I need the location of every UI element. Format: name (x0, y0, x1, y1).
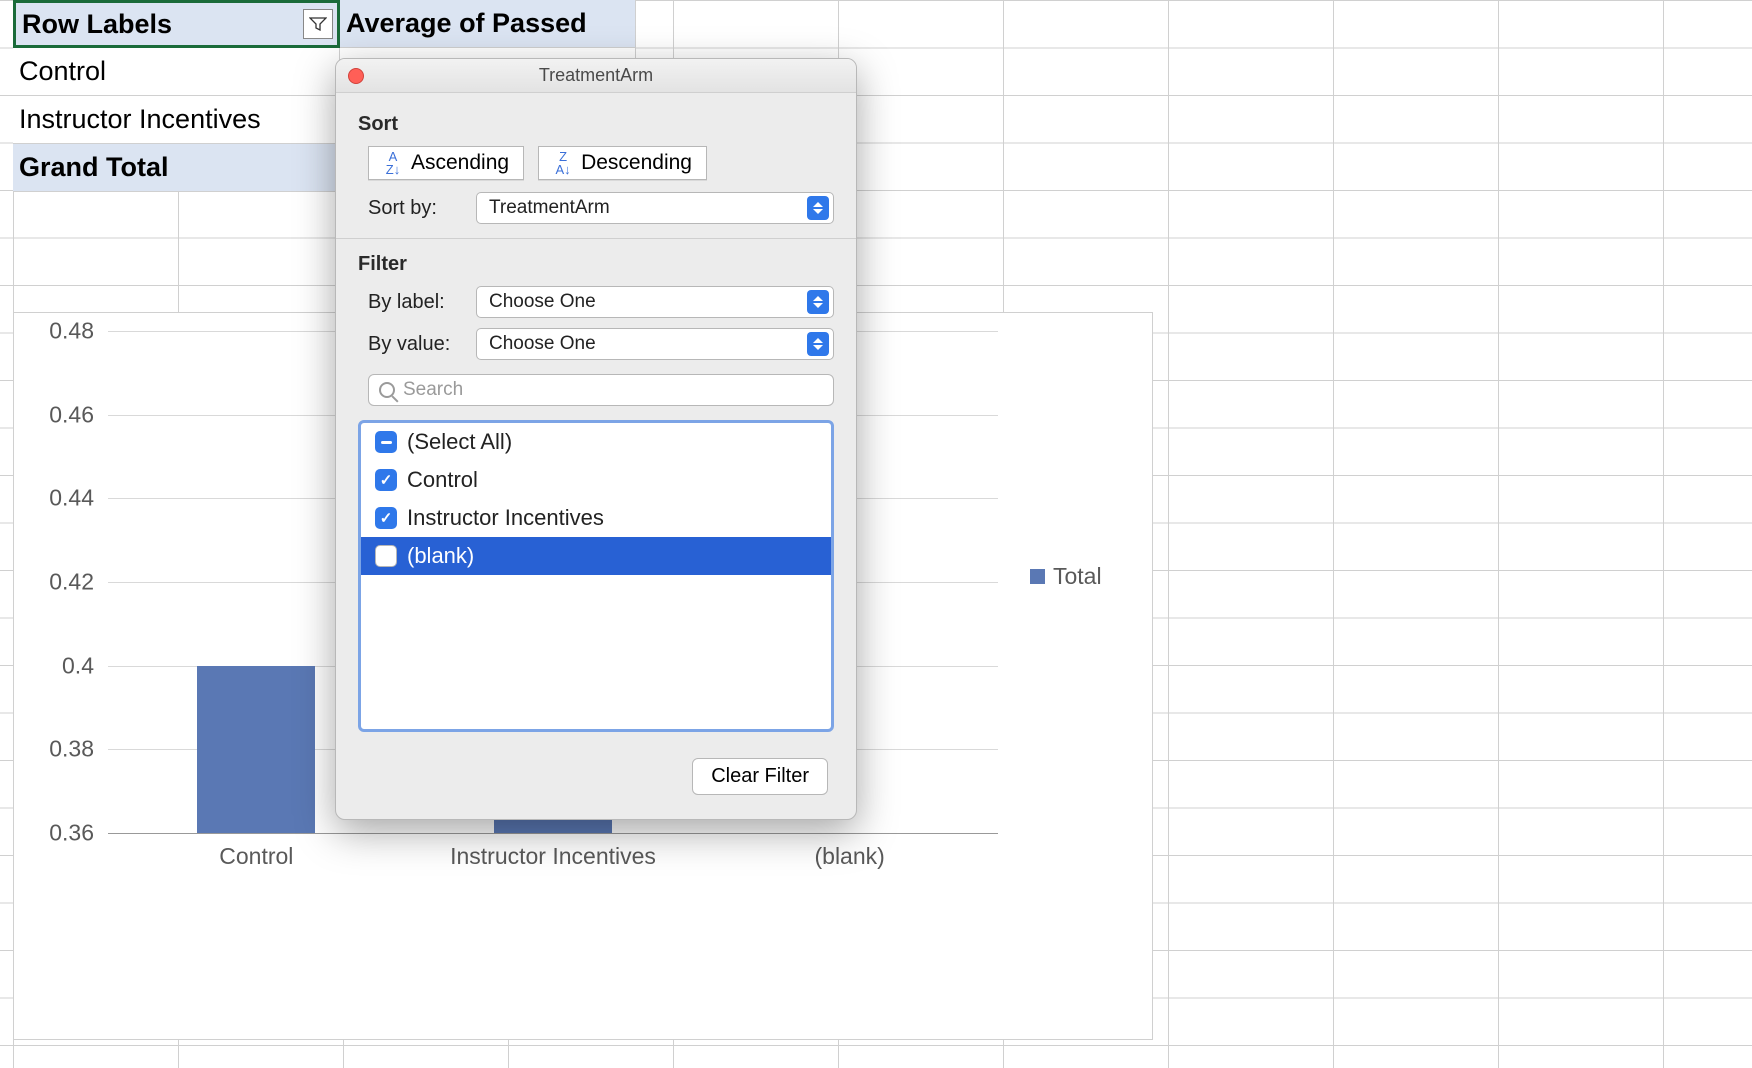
search-icon (379, 382, 395, 398)
filter-item-label: Instructor Incentives (407, 505, 604, 531)
checkbox[interactable] (375, 545, 397, 567)
checkbox[interactable] (375, 469, 397, 491)
y-tick-label: 0.46 (49, 401, 94, 428)
y-tick-label: 0.4 (62, 652, 94, 679)
table-row[interactable]: Control (13, 48, 340, 96)
x-axis: Control Instructor Incentives (blank) (108, 843, 998, 883)
legend: Total (1030, 563, 1102, 590)
sort-ascending-button[interactable]: AZ↓ Ascending (368, 146, 524, 180)
by-label-select[interactable]: Choose One (476, 286, 834, 318)
grid-line (108, 833, 998, 834)
ascending-icon: AZ↓ (383, 153, 403, 173)
y-tick-label: 0.44 (49, 485, 94, 512)
checkbox[interactable] (375, 431, 397, 453)
close-icon[interactable] (348, 68, 364, 84)
checkbox[interactable] (375, 507, 397, 529)
row-labels-header[interactable]: Row Labels (13, 0, 340, 48)
titlebar[interactable]: TreatmentArm (336, 59, 856, 93)
y-axis: 0.360.380.40.420.440.460.48 (32, 331, 100, 833)
avg-header: Average of Passed (340, 0, 636, 48)
row-labels-text: Row Labels (22, 9, 172, 40)
by-value-label: By value: (368, 333, 464, 356)
filter-item-label: Control (407, 467, 478, 493)
search-placeholder: Search (403, 379, 463, 401)
legend-swatch (1030, 569, 1045, 584)
filter-popover: TreatmentArm Sort AZ↓ Ascending ZA↓ Desc… (335, 58, 857, 820)
funnel-icon (309, 17, 327, 31)
chevron-updown-icon (807, 332, 829, 356)
search-input[interactable]: Search (368, 374, 834, 406)
x-tick-label: (blank) (815, 843, 885, 870)
filter-section-label: Filter (358, 253, 834, 276)
table-row[interactable]: Instructor Incentives (13, 96, 340, 144)
x-tick-label: Instructor Incentives (450, 843, 656, 870)
filter-item-label: (Select All) (407, 429, 512, 455)
filter-item[interactable]: Instructor Incentives (361, 499, 831, 537)
by-value-select[interactable]: Choose One (476, 328, 834, 360)
chevron-updown-icon (807, 290, 829, 314)
bar[interactable] (197, 666, 315, 833)
popover-title: TreatmentArm (539, 65, 653, 86)
filter-item-label: (blank) (407, 543, 474, 569)
sort-by-label: Sort by: (368, 197, 464, 220)
filter-item[interactable]: Control (361, 461, 831, 499)
descending-icon: ZA↓ (553, 153, 573, 173)
by-label-label: By label: (368, 291, 464, 314)
filter-item[interactable]: (Select All) (361, 423, 831, 461)
sort-by-select[interactable]: TreatmentArm (476, 192, 834, 224)
sort-descending-button[interactable]: ZA↓ Descending (538, 146, 707, 180)
filter-item[interactable]: (blank) (361, 537, 831, 575)
filter-dropdown-button[interactable] (303, 9, 333, 39)
grand-total-row[interactable]: Grand Total (13, 144, 340, 192)
chevron-updown-icon (807, 196, 829, 220)
legend-label: Total (1053, 563, 1102, 590)
filter-list[interactable]: (Select All) Control Instructor Incentives… (358, 420, 834, 732)
x-tick-label: Control (219, 843, 293, 870)
divider (336, 238, 856, 239)
y-tick-label: 0.48 (49, 318, 94, 345)
y-tick-label: 0.36 (49, 820, 94, 847)
y-tick-label: 0.38 (49, 736, 94, 763)
sort-section-label: Sort (358, 113, 834, 136)
y-tick-label: 0.42 (49, 569, 94, 596)
clear-filter-button[interactable]: Clear Filter (692, 758, 828, 795)
